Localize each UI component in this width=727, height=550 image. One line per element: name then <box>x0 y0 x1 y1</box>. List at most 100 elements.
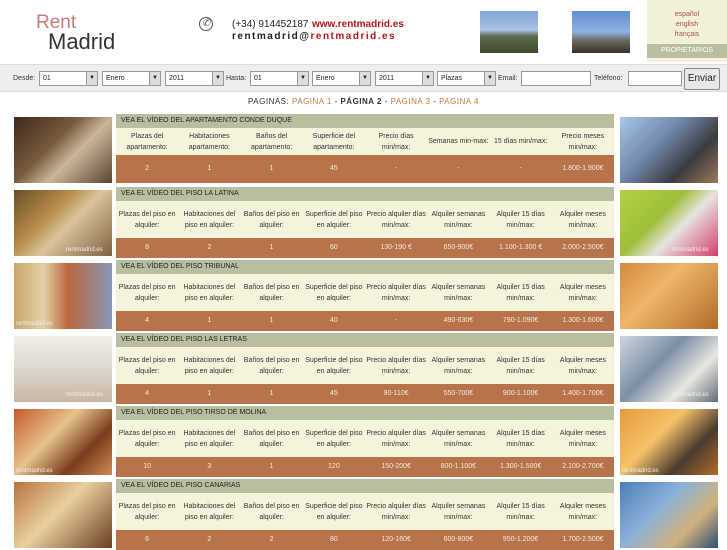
desde-day-select[interactable]: 01 ▼ <box>39 71 98 86</box>
header-cell: Habitaciones del piso en alquiler: <box>183 429 236 448</box>
chevron-down-icon: ▼ <box>359 72 370 85</box>
listing-video-link[interactable]: VEA EL VÍDEO DEL APARTAMENTO CONDE DUQUE <box>116 114 614 128</box>
listing-card: VEA EL VÍDEO DEL PISO LAS LETRAS Plazas … <box>116 333 614 404</box>
value-cell: 1.800-1.900€ <box>562 165 604 172</box>
header-cell: Habitaciones del piso en alquiler: <box>183 502 236 521</box>
lang-espanol[interactable]: español <box>647 10 727 20</box>
logo-madrid: Madrid <box>48 29 116 54</box>
header-cell: Precio alquiler días min/max: <box>366 283 426 302</box>
email-domain: rentmadrid.es <box>310 31 397 42</box>
header-cell: Plazas del piso en alquiler: <box>118 356 176 375</box>
header-cell: Plazas del apartamento: <box>126 132 168 151</box>
value-cell: 1 <box>269 244 274 251</box>
hasta-year-select[interactable]: 2011 ▼ <box>375 71 434 86</box>
email-label: Email: <box>498 75 518 82</box>
header-cell: Superficie del piso en alquiler: <box>305 283 363 302</box>
header-cell: Plazas del piso en alquiler: <box>118 502 176 521</box>
listing-photo-right[interactable] <box>620 263 718 329</box>
send-button[interactable]: Enviar <box>684 68 720 90</box>
chevron-down-icon: ▼ <box>422 72 433 85</box>
page-2-current: PÁGINA 2 <box>340 97 382 106</box>
header-cell: Alquiler semanas min/max: <box>431 502 486 521</box>
listing-photo-right[interactable] <box>620 482 718 548</box>
header-cell: Alquiler 15 días min/max: <box>496 502 545 521</box>
header-cell: Precio meses min/max: <box>561 132 605 151</box>
listing-photo-right[interactable] <box>620 409 718 475</box>
header-cell: Alquiler 15 días min/max: <box>496 429 545 448</box>
telefono-field[interactable] <box>628 71 682 86</box>
value-cell: 130-190 € <box>380 244 412 251</box>
value-cell: 1.400-1.700€ <box>562 390 604 397</box>
value-cell: 950-1.200€ <box>502 536 539 543</box>
plazas-select[interactable]: Plazas ▼ <box>437 71 496 86</box>
header-cell: Habitaciones del piso en alquiler: <box>183 210 236 229</box>
listing-video-link[interactable]: VEA EL VÍDEO DEL PISO LAS LETRAS <box>116 333 614 347</box>
listing-video-link[interactable]: VEA EL VÍDEO DEL PISO TIRSO DE MOLINA <box>116 406 614 420</box>
header-cell: Baños del piso en alquiler: <box>243 210 300 229</box>
email-user: rentmadrid@ <box>232 31 311 42</box>
lang-english[interactable]: english <box>647 20 727 30</box>
header-cell: Alquiler meses min/max: <box>559 502 606 521</box>
header-cell: Precio alquiler días min/max: <box>366 356 426 375</box>
listing-video-link[interactable]: VEA EL VÍDEO DEL PISO TRIBUNAL <box>116 260 614 274</box>
desde-month-select[interactable]: Enero ▼ <box>102 71 161 86</box>
value-cell: 1 <box>269 463 274 470</box>
listing-photo-right[interactable] <box>620 117 718 183</box>
value-cell: 1 <box>269 165 274 172</box>
header-cell: Habitaciones del piso en alquiler: <box>183 356 236 375</box>
value-cell: 45 <box>329 165 338 172</box>
value-cell: 1 <box>207 390 212 397</box>
header-cell: Precio días min/max: <box>378 132 414 151</box>
header-cell: Baños del apartamento: <box>251 132 293 151</box>
page-4-link[interactable]: PAGINA 4 <box>439 97 479 106</box>
listing-photo-left[interactable] <box>14 409 112 475</box>
value-cell: 650-900€ <box>443 244 474 251</box>
chevron-down-icon: ▼ <box>149 72 160 85</box>
listing-card: VEA EL VÍDEO DEL PISO LA LATINA Plazas d… <box>116 187 614 258</box>
email-address[interactable]: rentmadrid@rentmadrid.es <box>232 31 396 42</box>
chevron-down-icon: ▼ <box>297 72 308 85</box>
photo-watermark: rentmadrid.es <box>672 247 709 253</box>
chevron-down-icon: ▼ <box>212 72 223 85</box>
value-cell: 2.100-2.700€ <box>562 463 604 470</box>
hasta-month-select[interactable]: Enero ▼ <box>312 71 371 86</box>
listing-photo-left[interactable] <box>14 263 112 329</box>
value-cell: 2 <box>269 536 274 543</box>
header-cell: Superficie del piso en alquiler: <box>305 210 363 229</box>
value-cell: - <box>457 165 460 172</box>
header-cell: Precio alquiler días min/max: <box>366 210 426 229</box>
value-cell: 1 <box>207 165 212 172</box>
logo[interactable]: Rent Madrid <box>36 13 116 54</box>
value-cell: 3 <box>207 463 212 470</box>
listing-video-link[interactable]: VEA EL VÍDEO DEL PISO LA LATINA <box>116 187 614 201</box>
listing-photo-left[interactable] <box>14 117 112 183</box>
header-cell: Precio alquiler días min/max: <box>366 429 426 448</box>
value-cell: 150-200€ <box>381 463 411 470</box>
value-cell: 40 <box>329 317 338 324</box>
listing-video-link[interactable]: VEA EL VÍDEO DEL PISO CANARIAS <box>116 479 614 493</box>
lang-francais[interactable]: français <box>647 30 727 40</box>
page-1-link[interactable]: PAGINA 1 <box>292 97 332 106</box>
value-cell: 2 <box>145 165 150 172</box>
hasta-day-select[interactable]: 01 ▼ <box>250 71 309 86</box>
desde-year-select[interactable]: 2011 ▼ <box>165 71 224 86</box>
photo-watermark: rentmadrid.es <box>66 392 103 398</box>
value-cell: 120-160€ <box>381 536 411 543</box>
email-field[interactable] <box>521 71 591 86</box>
header-cell: Alquiler semanas min/max: <box>431 283 486 302</box>
owners-button[interactable]: PROPIETARIOS <box>647 44 727 58</box>
header-cell: Precio alquiler días min/max: <box>366 502 426 521</box>
value-cell: 900-1.100€ <box>502 390 539 397</box>
value-cell: 2.000-2.500€ <box>562 244 604 251</box>
page-3-link[interactable]: PAGINA 3 <box>391 97 431 106</box>
value-cell: 4 <box>145 317 150 324</box>
value-cell: 4 <box>145 390 150 397</box>
listing-card: VEA EL VÍDEO DEL APARTAMENTO CONDE DUQUE… <box>116 114 614 183</box>
listing-photo-left[interactable] <box>14 482 112 548</box>
value-cell: 1.300-1.600€ <box>562 317 604 324</box>
website-link[interactable]: www.rentmadrid.es <box>312 19 404 30</box>
value-cell: 120 <box>328 463 340 470</box>
header-cell: Alquiler 15 días min/max: <box>496 283 545 302</box>
value-cell: 8 <box>145 244 150 251</box>
header-cell: Superficie del piso en alquiler: <box>305 502 363 521</box>
